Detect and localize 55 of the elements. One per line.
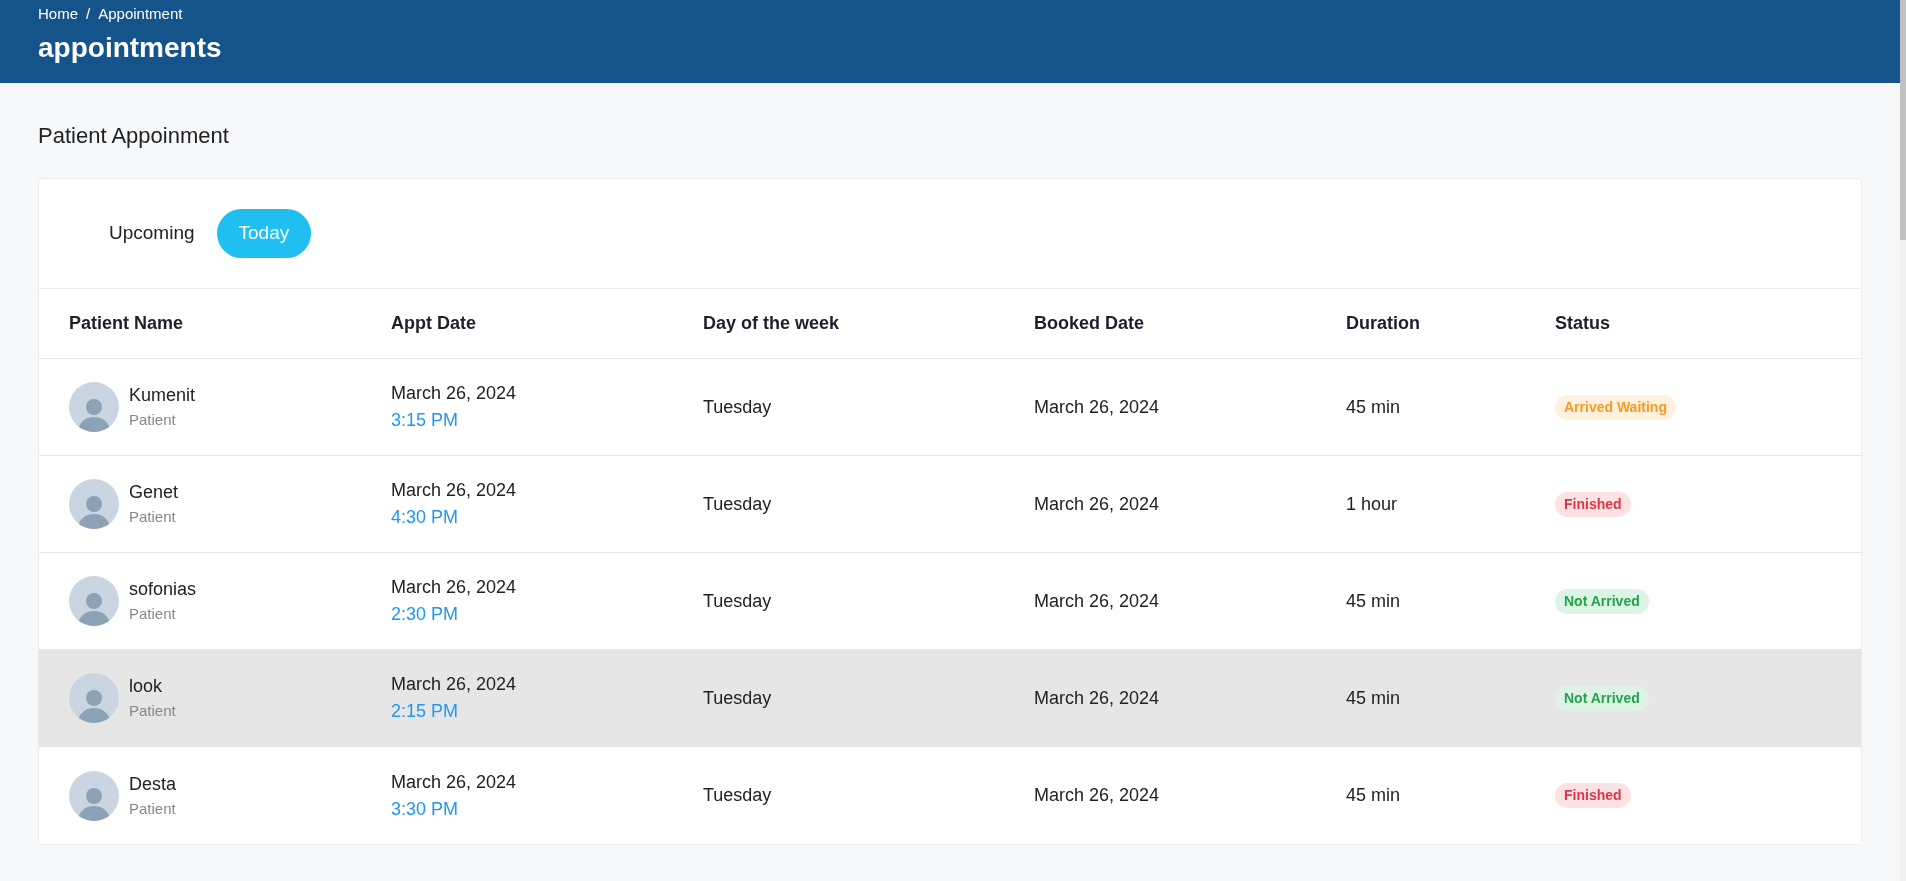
appointment-time: 3:15 PM [391, 409, 460, 432]
patient-name: Kumenit [129, 384, 196, 408]
column-header: Status [1555, 313, 1610, 333]
status-badge: Finished [1555, 783, 1631, 808]
appointment-time: 4:30 PM [391, 506, 460, 529]
breadcrumb-link[interactable]: Appointment [98, 3, 183, 26]
appointment-date: March 26, 2024 [391, 770, 518, 794]
duration: 45 min [1346, 687, 1401, 708]
weekday: Tuesday [703, 493, 772, 514]
table-row[interactable]: look Patient March 26, 2024 2:15 PM Tuesday March 26, 2024 45 min Not Arrived [39, 650, 1861, 747]
page-title: appointments [38, 30, 223, 65]
patient-name: look [129, 675, 164, 699]
booked-date: March 26, 2024 [1034, 687, 1160, 708]
appointment-time: 2:15 PM [391, 700, 460, 723]
weekday: Tuesday [703, 590, 772, 611]
appointment-date: March 26, 2024 [391, 382, 518, 405]
booked-date: March 26, 2024 [1034, 493, 1160, 514]
scrollbar[interactable] [1900, 0, 1906, 881]
booked-date: March 26, 2024 [1034, 785, 1160, 805]
column-header: Patient Name [69, 313, 184, 333]
patient-role: Patient [129, 410, 177, 431]
status-badge: Finished [1555, 491, 1631, 517]
patient-role: Patient [129, 798, 177, 819]
weekday: Tuesday [703, 687, 772, 708]
duration: 45 min [1346, 785, 1401, 805]
tab[interactable]: Upcoming [89, 209, 215, 258]
status-badge: Not Arrived [1555, 588, 1649, 614]
scrollbar-thumb[interactable] [1900, 0, 1906, 240]
appointment-date: March 26, 2024 [391, 673, 518, 696]
breadcrumb-link[interactable]: Home [38, 3, 78, 26]
column-header: Duration [1346, 313, 1420, 333]
patient-name: Desta [129, 772, 177, 796]
status-badge: Arrived Waiting [1555, 394, 1676, 420]
duration: 45 min [1346, 590, 1401, 611]
patient-role: Patient [129, 507, 177, 528]
status-badge: Not Arrived [1555, 685, 1649, 711]
weekday: Tuesday [703, 785, 772, 805]
appointment-time: 3:30 PM [391, 797, 460, 821]
booked-date: March 26, 2024 [1034, 396, 1160, 417]
section-title: Patient Appoinment [38, 122, 230, 150]
duration: 45 min [1346, 396, 1401, 417]
appointment-time: 2:30 PM [391, 603, 460, 626]
weekday: Tuesday [703, 396, 772, 417]
patient-name: sofonias [129, 578, 197, 602]
column-header: Appt Date [391, 313, 476, 333]
patient-role: Patient [129, 604, 177, 625]
column-header: Booked Date [1034, 313, 1145, 333]
breadcrumb-separator: / [86, 4, 91, 24]
patient-role: Patient [129, 701, 176, 722]
patient-name: Genet [129, 481, 179, 505]
column-header: Day of the week [703, 313, 840, 333]
appointment-date: March 26, 2024 [391, 576, 518, 599]
duration: 1 hour [1346, 493, 1398, 514]
booked-date: March 26, 2024 [1034, 590, 1160, 611]
appointment-date: March 26, 2024 [391, 479, 518, 502]
